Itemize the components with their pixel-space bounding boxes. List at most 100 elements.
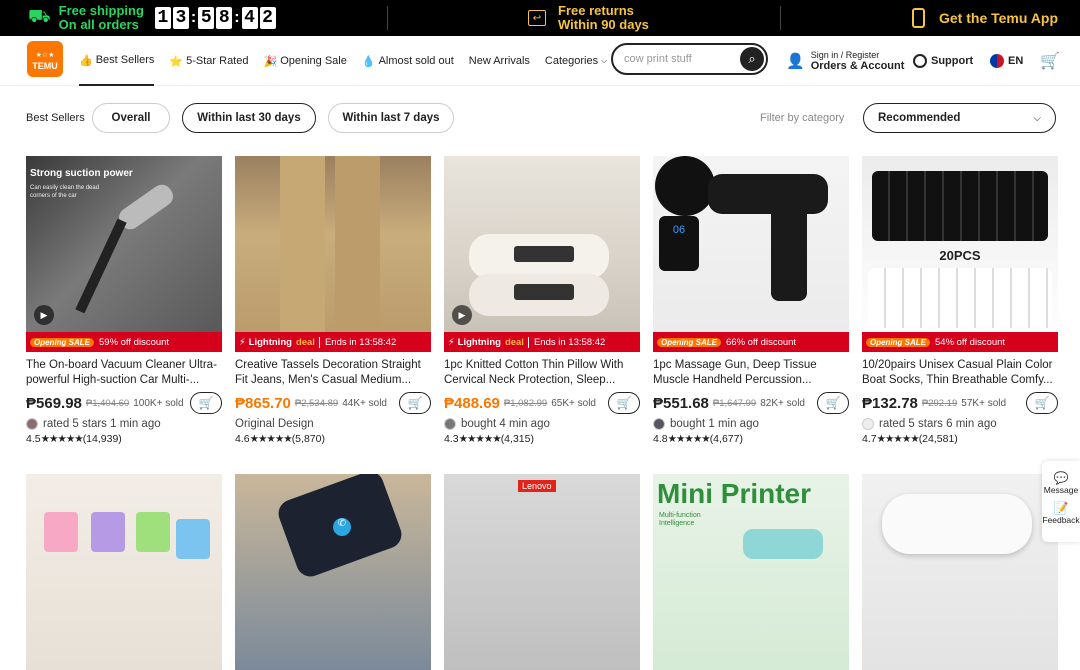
sold-count: 82K+ sold — [760, 397, 805, 409]
nav-categories[interactable]: Categories ⌵ — [545, 55, 607, 67]
activity-line: bought 1 min ago — [653, 418, 849, 430]
nav-5-star-rated[interactable]: ⭐ 5-Star Rated — [169, 55, 248, 68]
product-image[interactable] — [862, 474, 1058, 670]
product-image[interactable]: 20PCS Opening SALE 54% off discount — [862, 156, 1058, 352]
stars-icon: ★★★★★ — [667, 433, 711, 445]
price-row: ₱865.70 ₱2,534.89 44K+ sold 🛒 — [235, 392, 431, 414]
nav-almost-sold-out[interactable]: 💧 Almost sold out — [362, 55, 454, 68]
nav-new-arrivals[interactable]: New Arrivals — [469, 55, 530, 67]
price-row: ₱569.98 ₱1,404.60 100K+ sold 🛒 — [26, 392, 222, 414]
discount-badge: Opening SALE 54% off discount — [862, 332, 1058, 352]
product-title[interactable]: 1pc Massage Gun, Deep Tissue Muscle Hand… — [653, 358, 849, 388]
add-to-cart-button[interactable]: 🛒 — [1026, 392, 1058, 414]
add-to-cart-button[interactable]: 🛒 — [399, 392, 431, 414]
massage-gun-body — [708, 174, 828, 214]
timer-digit: 4 — [241, 7, 258, 29]
language-selector[interactable]: EN — [990, 36, 1023, 86]
play-video-icon[interactable]: ▶ — [34, 305, 54, 325]
product-card[interactable]: Lenovo — [444, 474, 640, 670]
product-image[interactable]: ⚡ Lightning deal Ends in 13:58:42 — [235, 156, 431, 352]
add-to-cart-button[interactable]: 🛒 — [608, 392, 640, 414]
socks-white — [868, 268, 1052, 328]
cart-icon: 🛒 — [198, 396, 214, 410]
cart-button[interactable]: 🛒 — [1040, 36, 1060, 86]
sort-value: Recommended — [878, 112, 961, 124]
massage-gun-handle — [771, 206, 807, 301]
rating-value: 4.6 — [235, 433, 250, 445]
search-icon: ⌕ — [748, 51, 756, 66]
bottle-green — [136, 512, 170, 552]
product-title[interactable]: The On-board Vacuum Cleaner Ultra-powerf… — [26, 358, 222, 388]
price-row: ₱488.69 ₱1,082.99 65K+ sold 🛒 — [444, 392, 640, 414]
phone-icon — [912, 8, 925, 28]
socks-black — [872, 171, 1048, 241]
search-button[interactable]: ⌕ — [740, 47, 764, 71]
opening-sale-tag: Opening SALE — [30, 337, 94, 347]
sold-count: 65K+ sold — [551, 397, 596, 409]
cart-icon: 🛒 — [616, 396, 632, 410]
lenovo-logo: Lenovo — [518, 480, 556, 492]
product-card[interactable]: 20PCS Opening SALE 54% off discount 10/20pa… — [862, 156, 1058, 445]
product-card[interactable]: 06 Opening SALE 66% off discount 1pc Massag… — [653, 156, 849, 445]
search-input[interactable]: cow print stuff ⌕ — [611, 43, 768, 75]
product-card[interactable] — [862, 474, 1058, 670]
add-to-cart-button[interactable]: 🛒 — [190, 392, 222, 414]
pill-overall[interactable]: Overall — [92, 103, 170, 133]
product-image[interactable]: ✆ — [235, 474, 431, 670]
free-shipping-banner[interactable]: ⛟ Free shipping On all orders 13:58:42 — [28, 0, 277, 36]
chevron-down-icon: ⌵ — [1033, 112, 1041, 124]
product-title[interactable]: 10/20pairs Unisex Casual Plain Color Boa… — [862, 358, 1058, 388]
sold-count: 44K+ sold — [342, 397, 387, 409]
product-image[interactable]: 06 Opening SALE 66% off discount — [653, 156, 849, 352]
avatar — [653, 418, 665, 430]
nav-label: Best Sellers — [95, 54, 155, 66]
review-count: (14,939) — [82, 433, 122, 445]
product-card[interactable]: Mini Printer Multi-function Intelligence — [653, 474, 849, 670]
product-card[interactable]: ▶ ⚡ Lightning deal Ends in 13:58:42 1pc Knitt… — [444, 156, 640, 445]
get-app-banner[interactable]: Get the Temu App — [912, 0, 1058, 36]
nav-best-sellers[interactable]: 👍 Best Sellers — [79, 36, 155, 86]
product-card[interactable] — [26, 474, 222, 670]
product-image[interactable]: Lenovo — [444, 474, 640, 670]
shipping-line2: On all orders — [58, 17, 139, 32]
account-menu[interactable]: 👤 Sign in / Register Orders & Account — [786, 36, 904, 86]
main-header: ★☆★ TEMU 👍 Best Sellers ⭐ 5-Star Rated 🎉 Ope… — [0, 36, 1080, 86]
printer-shape — [743, 529, 823, 559]
product-image[interactable]: ▶ ⚡ Lightning deal Ends in 13:58:42 — [444, 156, 640, 352]
free-returns-banner[interactable]: ↩ Free returns Within 90 days — [528, 0, 649, 36]
user-icon: 👤 — [786, 53, 805, 70]
product-image[interactable]: Strong suction power Can easily clean the… — [26, 156, 222, 352]
cart-icon: 🛒 — [407, 396, 423, 410]
pill-last-7-days[interactable]: Within last 7 days — [328, 103, 454, 133]
product-title[interactable]: Creative Tassels Decoration Straight Fit… — [235, 358, 431, 388]
support-label: Support — [931, 55, 974, 67]
temu-logo[interactable]: ★☆★ TEMU — [27, 41, 63, 77]
lang-label: EN — [1008, 55, 1024, 67]
message-button[interactable]: 💬 Message — [1042, 471, 1080, 495]
product-image[interactable] — [26, 474, 222, 670]
product-card[interactable]: ✆ — [235, 474, 431, 670]
product-image[interactable]: Mini Printer Multi-function Intelligence — [653, 474, 849, 670]
pillow-shape — [882, 494, 1032, 554]
review-count: (24,581) — [918, 433, 958, 445]
original-price: ₱1,647.99 — [712, 397, 757, 409]
support-link[interactable]: Support — [913, 36, 973, 86]
product-card[interactable]: ⚡ Lightning deal Ends in 13:58:42 Creative T… — [235, 156, 431, 445]
message-label: Message — [1043, 485, 1079, 495]
pill-last-30-days[interactable]: Within last 30 days — [182, 103, 316, 133]
play-video-icon[interactable]: ▶ — [452, 305, 472, 325]
sort-select[interactable]: Recommended ⌵ — [863, 103, 1056, 133]
lightning-icon: ⚡ — [448, 336, 455, 348]
countdown-timer: 13:58:42 — [154, 7, 277, 29]
product-title[interactable]: 1pc Knitted Cotton Thin Pillow With Cerv… — [444, 358, 640, 388]
product-card[interactable]: Strong suction power Can easily clean the… — [26, 156, 222, 445]
bottle-purple — [91, 512, 125, 552]
nav-opening-sale[interactable]: 🎉 Opening Sale — [263, 55, 346, 68]
product-price: ₱551.68 — [653, 394, 709, 412]
jeans-right — [335, 156, 380, 332]
feedback-button[interactable]: 📝 Feedback — [1042, 501, 1080, 525]
stars-icon: ★★★★★ — [249, 433, 293, 445]
add-to-cart-button[interactable]: 🛒 — [817, 392, 849, 414]
original-price: ₱2,534.89 — [294, 397, 339, 409]
main-nav: 👍 Best Sellers ⭐ 5-Star Rated 🎉 Opening Sal… — [79, 36, 622, 86]
